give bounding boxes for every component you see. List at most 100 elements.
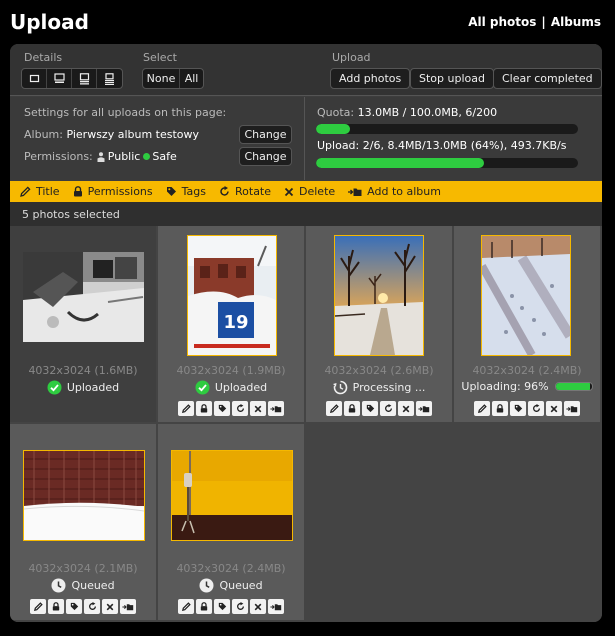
batch-rotate-action[interactable]: Rotate	[219, 185, 271, 198]
photo-edit-title-button[interactable]	[178, 599, 194, 614]
view-details-icon	[105, 72, 114, 85]
add-photos-button[interactable]: Add photos	[330, 68, 411, 89]
photo-permissions-button[interactable]	[492, 401, 508, 416]
photo-thumbnail[interactable]: 19	[187, 235, 277, 356]
batch-title-action[interactable]: Title	[20, 185, 60, 198]
view-medium-icon	[53, 73, 65, 83]
info-divider	[304, 97, 305, 180]
photo-tags-button[interactable]	[214, 599, 230, 614]
photo-meta: 4032x3024 (1.9MB)	[176, 364, 286, 377]
stop-upload-button[interactable]: Stop upload	[410, 68, 494, 89]
add-to-folder-icon	[122, 603, 134, 610]
permissions-row: Permissions: Public Safe	[24, 150, 177, 163]
photo-tags-button[interactable]	[362, 401, 378, 416]
upload-progress-value: 2/6, 8.4MB/13.0MB (64%), 493.7KB/s	[362, 139, 567, 152]
photo-rotate-button[interactable]	[84, 599, 100, 614]
upload-row: Upload: 2/6, 8.4MB/13.0MB (64%), 493.7KB…	[317, 139, 566, 152]
photo-permissions-button[interactable]	[196, 401, 212, 416]
quota-label: Quota:	[317, 106, 355, 119]
photo-rotate-button[interactable]	[232, 599, 248, 614]
nav-albums-link[interactable]: Albums	[551, 15, 601, 29]
view-medium-button[interactable]	[47, 69, 72, 88]
photo-delete-button[interactable]	[398, 401, 414, 416]
select-none-button[interactable]: None	[143, 69, 180, 88]
clock-icon	[199, 578, 214, 593]
add-to-folder-icon	[348, 188, 362, 196]
batch-delete-action[interactable]: Delete	[284, 185, 335, 198]
photo-permissions-button[interactable]	[48, 599, 64, 614]
photo-tile[interactable]: 19 4032x3024 (1.9MB) Uploaded	[158, 226, 304, 422]
photo-grid: 4032x3024 (1.6MB) Uploaded 19 4032x3024 …	[10, 226, 602, 622]
tag-icon	[366, 404, 374, 413]
album-label: Album:	[24, 128, 63, 141]
select-group: None All	[142, 68, 204, 89]
photo-edit-title-button[interactable]	[30, 599, 46, 614]
view-large-button[interactable]	[72, 69, 97, 88]
photo-status: Processing ...	[306, 380, 452, 395]
photo-rotate-button[interactable]	[232, 401, 248, 416]
batch-permissions-action[interactable]: Permissions	[73, 185, 153, 198]
pencil-icon	[477, 404, 487, 413]
view-details-button[interactable]	[97, 69, 122, 88]
batch-rotate-label: Rotate	[235, 185, 272, 198]
photo-status: Uploaded	[10, 380, 156, 395]
photo-actions	[10, 599, 156, 614]
photo-permissions-button[interactable]	[344, 401, 360, 416]
photo-tile[interactable]: 4032x3024 (1.6MB) Uploaded	[10, 226, 156, 422]
photo-thumbnail[interactable]	[23, 252, 144, 342]
photo-edit-title-button[interactable]	[178, 401, 194, 416]
photo-add-to-album-button[interactable]	[268, 599, 284, 614]
photo-add-to-album-button[interactable]	[564, 401, 580, 416]
upload-progress-label: Upload:	[317, 139, 360, 152]
quota-value: 13.0MB / 100.0MB, 6/200	[357, 106, 498, 119]
change-album-button[interactable]: Change	[239, 125, 292, 144]
photo-delete-button[interactable]	[250, 401, 266, 416]
photo-tile[interactable]: 4032x3024 (2.6MB) Processing ...	[306, 226, 452, 422]
nav-all-photos-link[interactable]: All photos	[468, 15, 536, 29]
batch-title-label: Title	[36, 185, 60, 198]
select-all-button[interactable]: All	[180, 69, 203, 88]
photo-status-text: Queued	[219, 579, 263, 592]
photo-permissions-button[interactable]	[196, 599, 212, 614]
change-permissions-button[interactable]: Change	[239, 147, 292, 166]
photo-status: Queued	[158, 578, 304, 593]
photo-thumbnail[interactable]	[171, 450, 293, 541]
photo-delete-button[interactable]	[102, 599, 118, 614]
photo-tags-button[interactable]	[214, 401, 230, 416]
batch-add-to-album-action[interactable]: Add to album	[348, 185, 441, 198]
photo-actions	[306, 401, 452, 416]
close-icon	[284, 187, 294, 196]
photo-tile[interactable]: 4032x3024 (2.4MB) Queued	[158, 424, 304, 620]
safe-dot-icon	[143, 153, 151, 160]
photo-actions	[158, 401, 304, 416]
photo-thumbnail[interactable]	[334, 235, 424, 356]
photo-rotate-button[interactable]	[380, 401, 396, 416]
photo-thumbnail-image	[23, 252, 144, 342]
photo-rotate-button[interactable]	[528, 401, 544, 416]
photo-tile[interactable]: 4032x3024 (2.1MB) Queued	[10, 424, 156, 620]
photo-tags-button[interactable]	[66, 599, 82, 614]
photo-add-to-album-button[interactable]	[120, 599, 136, 614]
view-small-button[interactable]	[22, 69, 47, 88]
clear-completed-button[interactable]: Clear completed	[493, 68, 602, 89]
toolbar: Details Select None All Upload Add photo…	[10, 44, 602, 96]
permission-public: Public	[107, 150, 141, 163]
view-small-icon	[29, 74, 39, 83]
upload-panel: Details Select None All Upload Add photo…	[10, 44, 602, 622]
photo-thumbnail[interactable]	[481, 235, 571, 356]
batch-tags-action[interactable]: Tags	[166, 185, 206, 198]
photo-status-text: Uploaded	[214, 381, 268, 394]
photo-thumbnail[interactable]	[23, 450, 145, 541]
photo-edit-title-button[interactable]	[474, 401, 490, 416]
photo-add-to-album-button[interactable]	[268, 401, 284, 416]
photo-delete-button[interactable]	[546, 401, 562, 416]
album-row: Album: Pierwszy album testowy	[24, 128, 199, 141]
photo-delete-button[interactable]	[250, 599, 266, 614]
rotate-icon	[220, 186, 229, 196]
photo-tags-button[interactable]	[510, 401, 526, 416]
photo-tile[interactable]: 4032x3024 (2.4MB) Uploading: 96%	[454, 226, 600, 422]
photo-add-to-album-button[interactable]	[416, 401, 432, 416]
lock-icon	[200, 404, 208, 413]
tag-icon	[70, 602, 78, 611]
photo-edit-title-button[interactable]	[326, 401, 342, 416]
